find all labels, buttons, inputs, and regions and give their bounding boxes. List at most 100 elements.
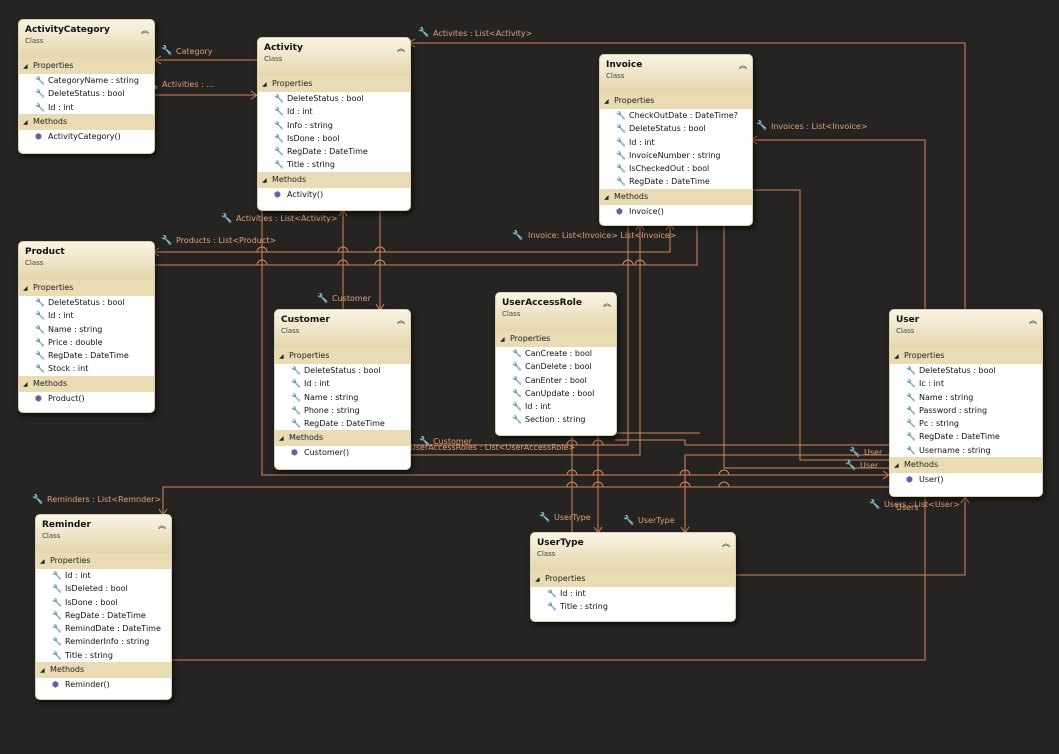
property-row[interactable]: 🔧 DeleteStatus : bool <box>19 296 154 309</box>
property-row[interactable]: 🔧 RegDate : DateTime <box>19 349 154 362</box>
properties-section-header[interactable]: ◢ Properties <box>890 348 1042 364</box>
method-row[interactable]: ⬢ Invoice() <box>600 205 752 218</box>
property-row[interactable]: 🔧 RegDate : DateTime <box>36 609 171 622</box>
property-row[interactable]: 🔧 Pc : string <box>890 417 1042 430</box>
property-row[interactable]: 🔧 DeleteStatus : bool <box>600 122 752 135</box>
method-row[interactable]: ⬢ Customer() <box>275 446 410 459</box>
method-row[interactable]: ⬢ ActivityCategory() <box>19 130 154 143</box>
property-row[interactable]: 🔧 DeleteStatus : bool <box>258 92 410 105</box>
class-header[interactable]: Customer Class ︽ <box>275 310 410 348</box>
class-header[interactable]: Invoice Class ︽ <box>600 55 752 93</box>
collapse-triangle-icon[interactable]: ◢ <box>604 190 614 206</box>
property-row[interactable]: 🔧 CheckOutDate : DateTime? <box>600 109 752 122</box>
class-header[interactable]: Activity Class ︽ <box>258 38 410 76</box>
chevron-up-icon[interactable]: ︽ <box>603 298 611 309</box>
method-row[interactable]: ⬢ Reminder() <box>36 678 171 691</box>
property-row[interactable]: 🔧 Name : string <box>890 391 1042 404</box>
property-row[interactable]: 🔧 Title : string <box>258 158 410 171</box>
collapse-triangle-icon[interactable]: ◢ <box>279 431 289 447</box>
property-row[interactable]: 🔧 Id : int <box>19 309 154 322</box>
properties-section-header[interactable]: ◢ Properties <box>19 280 154 296</box>
property-row[interactable]: 🔧 Password : string <box>890 404 1042 417</box>
collapse-triangle-icon[interactable]: ◢ <box>262 173 272 189</box>
collapse-triangle-icon[interactable]: ◢ <box>23 59 33 75</box>
property-row[interactable]: 🔧 CategoryName : string <box>19 74 154 87</box>
class-invoice[interactable]: Invoice Class ︽ ◢ Properties 🔧 CheckOutDat… <box>599 54 753 226</box>
property-row[interactable]: 🔧 IsCheckedOut : bool <box>600 162 752 175</box>
collapse-triangle-icon[interactable]: ◢ <box>894 349 904 365</box>
class-activitycategory[interactable]: ActivityCategory Class ︽ ◢ Properties 🔧 Ca… <box>18 19 155 154</box>
class-header[interactable]: ActivityCategory Class ︽ <box>19 20 154 58</box>
class-customer[interactable]: Customer Class ︽ ◢ Properties 🔧 DeleteStat… <box>274 309 411 470</box>
method-row[interactable]: ⬢ User() <box>890 473 1042 486</box>
methods-section-header[interactable]: ◢ Methods <box>19 375 154 393</box>
chevron-up-icon[interactable]: ︽ <box>722 538 730 549</box>
property-row[interactable]: 🔧 IsDone : bool <box>36 596 171 609</box>
property-row[interactable]: 🔧 Id : int <box>600 136 752 149</box>
class-header[interactable]: UserType Class ︽ <box>531 533 735 571</box>
class-product[interactable]: Product Class ◢ Properties 🔧 DeleteStatus … <box>18 241 155 413</box>
property-row[interactable]: 🔧 ReminderInfo : string <box>36 635 171 648</box>
properties-section-header[interactable]: ◢ Properties <box>496 331 616 347</box>
property-row[interactable]: 🔧 RegDate : DateTime <box>890 430 1042 443</box>
methods-section-header[interactable]: ◢ Methods <box>36 662 171 679</box>
chevron-up-icon[interactable]: ︽ <box>397 43 405 54</box>
property-row[interactable]: 🔧 CanUpdate : bool <box>496 387 616 400</box>
chevron-up-icon[interactable]: ︽ <box>397 315 405 326</box>
property-row[interactable]: 🔧 Id : int <box>496 400 616 413</box>
class-useraccessrole[interactable]: UserAccessRole Class ︽ ◢ Properties 🔧 CanC… <box>495 292 617 436</box>
methods-section-header[interactable]: ◢ Methods <box>19 113 154 131</box>
property-row[interactable]: 🔧 Price : double <box>19 336 154 349</box>
property-row[interactable]: 🔧 DeleteStatus : bool <box>890 364 1042 377</box>
collapse-triangle-icon[interactable]: ◢ <box>23 115 33 131</box>
class-usertype[interactable]: UserType Class ︽ ◢ Properties 🔧 Id : int 🔧… <box>530 532 736 622</box>
collapse-triangle-icon[interactable]: ◢ <box>894 458 904 474</box>
methods-section-header[interactable]: ◢ Methods <box>275 430 410 447</box>
class-header[interactable]: Reminder Class ︽ <box>36 515 171 553</box>
property-row[interactable]: 🔧 Stock : int <box>19 362 154 375</box>
property-row[interactable]: 🔧 RegDate : DateTime <box>275 417 410 430</box>
property-row[interactable]: 🔧 Title : string <box>36 649 171 662</box>
collapse-triangle-icon[interactable]: ◢ <box>279 349 289 365</box>
property-row[interactable]: 🔧 IsDone : bool <box>258 132 410 145</box>
chevron-up-icon[interactable]: ︽ <box>158 520 166 531</box>
class-header[interactable]: User Class ︽ <box>890 310 1042 348</box>
property-row[interactable]: 🔧 DeleteStatus : bool <box>19 87 154 100</box>
property-row[interactable]: 🔧 Id : int <box>258 105 410 118</box>
methods-section-header[interactable]: ◢ Methods <box>600 188 752 206</box>
class-header[interactable]: UserAccessRole Class ︽ <box>496 293 616 331</box>
methods-section-header[interactable]: ◢ Methods <box>890 457 1042 474</box>
property-row[interactable]: 🔧 RegDate : DateTime <box>258 145 410 158</box>
chevron-up-icon[interactable]: ︽ <box>141 25 149 36</box>
property-row[interactable]: 🔧 Id : int <box>19 101 154 114</box>
collapse-triangle-icon[interactable]: ◢ <box>40 554 50 570</box>
property-row[interactable]: 🔧 Title : string <box>531 600 735 613</box>
collapse-triangle-icon[interactable]: ◢ <box>535 572 545 588</box>
collapse-triangle-icon[interactable]: ◢ <box>23 281 33 297</box>
property-row[interactable]: 🔧 Id : int <box>275 377 410 390</box>
property-row[interactable]: 🔧 Ic : int <box>890 377 1042 390</box>
method-row[interactable]: ⬢ Product() <box>19 392 154 405</box>
properties-section-header[interactable]: ◢ Properties <box>19 58 154 74</box>
property-row[interactable]: 🔧 Username : string <box>890 444 1042 457</box>
property-row[interactable]: 🔧 RemindDate : DateTime <box>36 622 171 635</box>
collapse-triangle-icon[interactable]: ◢ <box>500 332 510 348</box>
properties-section-header[interactable]: ◢ Properties <box>258 76 410 92</box>
property-row[interactable]: 🔧 Id : int <box>36 569 171 582</box>
properties-section-header[interactable]: ◢ Properties <box>36 553 171 569</box>
property-row[interactable]: 🔧 Id : int <box>531 587 735 600</box>
properties-section-header[interactable]: ◢ Properties <box>600 93 752 109</box>
property-row[interactable]: 🔧 CanEnter : bool <box>496 374 616 387</box>
chevron-up-icon[interactable]: ︽ <box>739 60 747 71</box>
property-row[interactable]: 🔧 CanCreate : bool <box>496 347 616 360</box>
class-user[interactable]: User Class ︽ ◢ Properties 🔧 DeleteStatus :… <box>889 309 1043 497</box>
property-row[interactable]: 🔧 Name : string <box>275 391 410 404</box>
property-row[interactable]: 🔧 Info : string <box>258 119 410 132</box>
property-row[interactable]: 🔧 CanDelete : bool <box>496 360 616 373</box>
collapse-triangle-icon[interactable]: ◢ <box>23 377 33 393</box>
property-row[interactable]: 🔧 IsDeleted : bool <box>36 582 171 595</box>
class-activity[interactable]: Activity Class ︽ ◢ Properties 🔧 DeleteStat… <box>257 37 411 211</box>
collapse-triangle-icon[interactable]: ◢ <box>40 663 50 679</box>
class-reminder[interactable]: Reminder Class ︽ ◢ Properties 🔧 Id : int 🔧… <box>35 514 172 700</box>
property-row[interactable]: 🔧 Section : string <box>496 413 616 426</box>
